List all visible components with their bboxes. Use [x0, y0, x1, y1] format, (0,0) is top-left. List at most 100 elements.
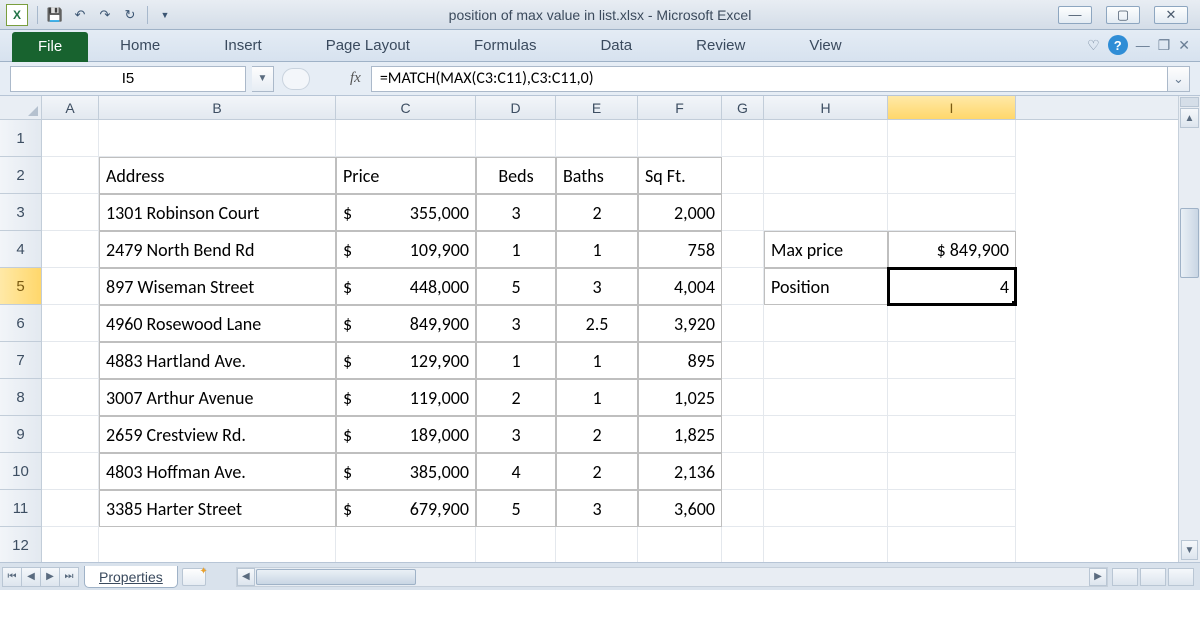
maxprice-label[interactable]: Max price	[764, 231, 888, 268]
cell-price[interactable]: $385,000	[336, 453, 476, 490]
cell-address[interactable]: 2659 Crestview Rd.	[99, 416, 336, 453]
sheet-nav-next-icon[interactable]: ▶	[40, 567, 60, 587]
scroll-left-icon[interactable]: ◀	[237, 568, 255, 586]
cell-price[interactable]: $109,900	[336, 231, 476, 268]
scroll-thumb[interactable]	[1180, 208, 1199, 278]
cell-beds[interactable]: 5	[476, 490, 556, 527]
row-header-12[interactable]: 12	[0, 527, 41, 564]
cell-beds[interactable]: 1	[476, 231, 556, 268]
cell-baths[interactable]: 3	[556, 490, 638, 527]
tab-review[interactable]: Review	[682, 31, 759, 61]
sheet-tab-properties[interactable]: Properties	[84, 566, 178, 588]
cell-beds[interactable]: 1	[476, 342, 556, 379]
col-header-D[interactable]: D	[476, 96, 556, 119]
maximize-button[interactable]: ▢	[1106, 6, 1140, 24]
cell-address[interactable]: 4803 Hoffman Ave.	[99, 453, 336, 490]
split-handle[interactable]	[1180, 97, 1199, 107]
horizontal-scrollbar[interactable]: ◀ ▶	[236, 567, 1108, 587]
cell-baths[interactable]: 2.5	[556, 305, 638, 342]
cell-price[interactable]: $849,900	[336, 305, 476, 342]
formula-input[interactable]: =MATCH(MAX(C3:C11),C3:C11,0)	[371, 66, 1168, 92]
minimize-button[interactable]: —	[1058, 6, 1092, 24]
cell-baths[interactable]: 2	[556, 194, 638, 231]
cell-sqft[interactable]: 1,025	[638, 379, 722, 416]
maxprice-value[interactable]: $ 849,900	[888, 231, 1016, 268]
header-price[interactable]: Price	[336, 157, 476, 194]
cell-sqft[interactable]: 2,136	[638, 453, 722, 490]
row-header-3[interactable]: 3	[0, 194, 41, 231]
cell-baths[interactable]: 1	[556, 379, 638, 416]
cell-sqft[interactable]: 758	[638, 231, 722, 268]
column-headers[interactable]: A B C D E F G H I	[42, 96, 1178, 120]
hscroll-thumb[interactable]	[256, 569, 416, 585]
redo-icon[interactable]: ↷	[94, 4, 116, 26]
tab-home[interactable]: Home	[106, 31, 174, 61]
cell-sqft[interactable]: 3,600	[638, 490, 722, 527]
row-header-9[interactable]: 9	[0, 416, 41, 453]
row-header-7[interactable]: 7	[0, 342, 41, 379]
cell-beds[interactable]: 2	[476, 379, 556, 416]
position-value[interactable]: 4	[888, 268, 1016, 305]
cell-price[interactable]: $129,900	[336, 342, 476, 379]
cell-sqft[interactable]: 895	[638, 342, 722, 379]
cells-area[interactable]: Address Price Beds Baths Sq Ft. 1301 Rob…	[42, 120, 1178, 562]
fx-icon[interactable]: fx	[350, 70, 361, 87]
view-pagebreak-icon[interactable]	[1168, 568, 1194, 586]
row-header-11[interactable]: 11	[0, 490, 41, 527]
cell-sqft[interactable]: 4,004	[638, 268, 722, 305]
cell-sqft[interactable]: 3,920	[638, 305, 722, 342]
header-beds[interactable]: Beds	[476, 157, 556, 194]
sheet-nav-first-icon[interactable]: ⏮	[2, 567, 22, 587]
tab-formulas[interactable]: Formulas	[460, 31, 551, 61]
workbook-minimize-icon[interactable]: —	[1136, 37, 1150, 53]
position-label[interactable]: Position	[764, 268, 888, 305]
cell-address[interactable]: 4883 Hartland Ave.	[99, 342, 336, 379]
scroll-right-icon[interactable]: ▶	[1089, 568, 1107, 586]
col-header-B[interactable]: B	[99, 96, 336, 119]
header-address[interactable]: Address	[99, 157, 336, 194]
cell-beds[interactable]: 3	[476, 416, 556, 453]
view-normal-icon[interactable]	[1112, 568, 1138, 586]
cancel-entry-icon[interactable]	[282, 68, 310, 90]
cell-baths[interactable]: 3	[556, 268, 638, 305]
row-header-5[interactable]: 5	[0, 268, 41, 305]
header-baths[interactable]: Baths	[556, 157, 638, 194]
cell-baths[interactable]: 1	[556, 231, 638, 268]
cell-price[interactable]: $355,000	[336, 194, 476, 231]
expand-formula-bar-icon[interactable]: ⌄	[1168, 66, 1190, 92]
select-all-corner[interactable]	[0, 96, 42, 120]
col-header-F[interactable]: F	[638, 96, 722, 119]
cell-beds[interactable]: 3	[476, 194, 556, 231]
sheet-nav-prev-icon[interactable]: ◀	[21, 567, 41, 587]
vertical-scrollbar[interactable]: ▲ ▼	[1178, 96, 1200, 562]
cell-beds[interactable]: 3	[476, 305, 556, 342]
cell-price[interactable]: $448,000	[336, 268, 476, 305]
ribbon-min-icon[interactable]: ♡	[1087, 37, 1100, 54]
sheet-nav-last-icon[interactable]: ⏭	[59, 567, 79, 587]
col-header-I[interactable]: I	[888, 96, 1016, 119]
col-header-E[interactable]: E	[556, 96, 638, 119]
cell-address[interactable]: 897 Wiseman Street	[99, 268, 336, 305]
cell-baths[interactable]: 1	[556, 342, 638, 379]
row-header-4[interactable]: 4	[0, 231, 41, 268]
cell-baths[interactable]: 2	[556, 453, 638, 490]
cell-beds[interactable]: 4	[476, 453, 556, 490]
col-header-A[interactable]: A	[42, 96, 99, 119]
row-header-1[interactable]: 1	[0, 120, 41, 157]
cell-address[interactable]: 2479 North Bend Rd	[99, 231, 336, 268]
name-box[interactable]: I5	[10, 66, 246, 92]
cell-sqft[interactable]: 2,000	[638, 194, 722, 231]
workbook-close-icon[interactable]: ✕	[1178, 37, 1190, 54]
cell-beds[interactable]: 5	[476, 268, 556, 305]
save-icon[interactable]: 💾	[44, 4, 66, 26]
header-sqft[interactable]: Sq Ft.	[638, 157, 722, 194]
cell-address[interactable]: 3007 Arthur Avenue	[99, 379, 336, 416]
tab-view[interactable]: View	[795, 31, 855, 61]
new-sheet-icon[interactable]	[182, 568, 206, 586]
scroll-down-icon[interactable]: ▼	[1181, 540, 1198, 560]
help-icon[interactable]: ?	[1108, 35, 1128, 55]
close-button[interactable]: ✕	[1154, 6, 1188, 24]
row-header-8[interactable]: 8	[0, 379, 41, 416]
repeat-icon[interactable]: ↻	[119, 4, 141, 26]
row-headers[interactable]: 1 2 3 4 5 6 7 8 9 10 11 12	[0, 120, 42, 562]
